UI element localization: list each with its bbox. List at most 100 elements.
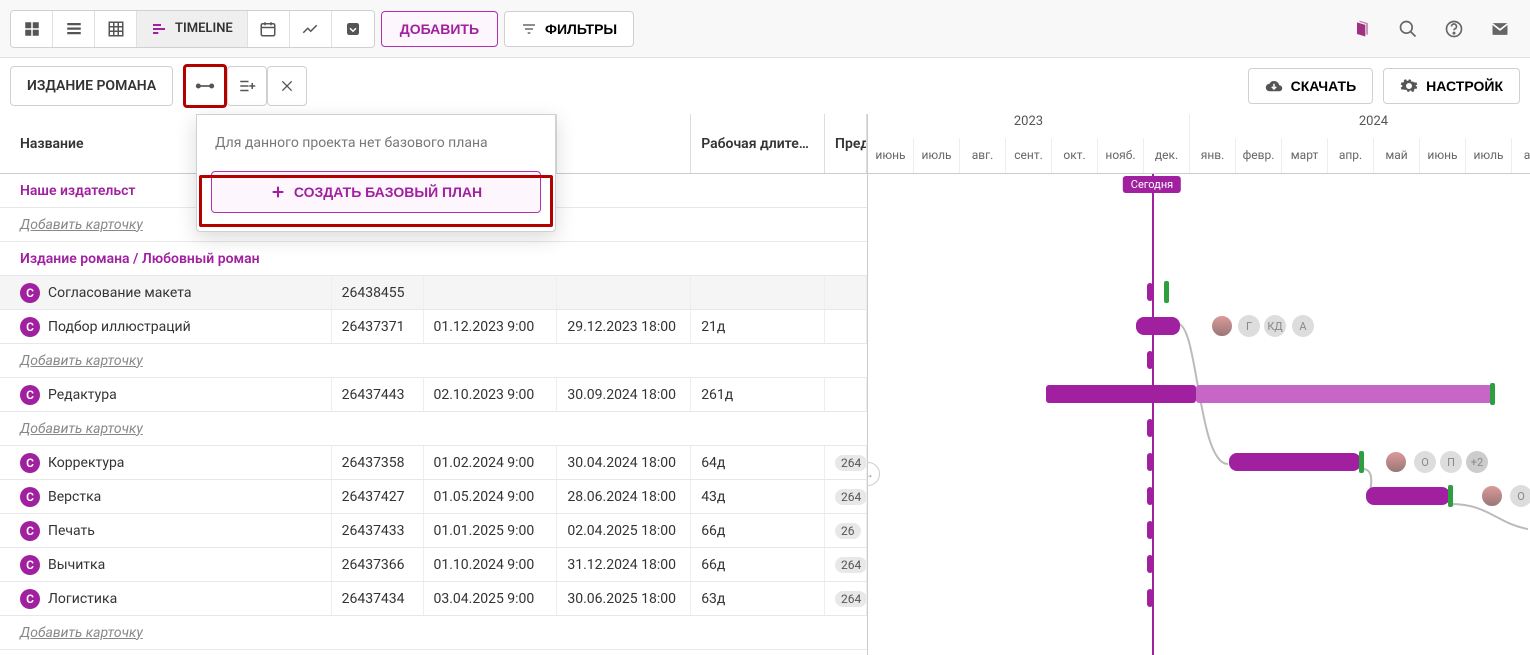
col-work-dur-dates[interactable] [557, 114, 691, 173]
assignee-chip[interactable]: Г [1238, 315, 1260, 337]
add-card-link[interactable]: Добавить карточку [0, 353, 143, 369]
task-pred: 264 [825, 446, 867, 479]
gantt-bar-end [1448, 485, 1453, 507]
card-badge: С [20, 385, 40, 405]
assignee-chip[interactable]: А [1292, 315, 1314, 337]
task-pred: 264 [825, 548, 867, 581]
baseline-menu-button[interactable] [183, 64, 227, 108]
gantt-bar-end [1359, 451, 1364, 473]
add-card-link[interactable]: Добавить карточку [0, 217, 143, 233]
task-name: Верстка [48, 489, 101, 505]
group-label: Наше издательст [0, 183, 135, 199]
view-archive-icon[interactable] [332, 11, 374, 47]
table-row[interactable]: СПечать 26437433 01.01.2025 9:00 02.04.2… [0, 514, 867, 548]
gantt-pane[interactable]: ↔ 2023 2024 июньиюльавг.сент.окт.нояб.де… [868, 114, 1530, 655]
month-label: июнь [868, 138, 914, 173]
search-icon[interactable] [1388, 11, 1428, 47]
month-label: июль [1466, 138, 1512, 173]
task-start: 03.04.2025 9:00 [424, 582, 558, 615]
task-duration: 261д [691, 378, 825, 411]
view-dashboard-icon[interactable] [11, 11, 53, 47]
add-card-row[interactable]: Добавить карточку [0, 412, 867, 446]
create-baseline-button[interactable]: СОЗДАТЬ БАЗОВЫЙ ПЛАН [211, 171, 541, 213]
gantt-bar[interactable] [1046, 385, 1196, 403]
download-button[interactable]: СКАЧАТЬ [1248, 68, 1374, 104]
table-row[interactable]: СПодбор иллюстраций 26437371 01.12.2023 … [0, 310, 867, 344]
close-button[interactable] [267, 66, 307, 106]
table-row[interactable]: СЛогистика 26437434 03.04.2025 9:00 30.0… [0, 582, 867, 616]
avatar-icon[interactable] [1480, 484, 1504, 508]
task-name: Подбор иллюстраций [48, 319, 191, 335]
add-card-link[interactable]: Добавить карточку [0, 625, 143, 641]
card-badge: С [20, 317, 40, 337]
col-predecessors[interactable]: Пред… [825, 114, 867, 173]
month-label: март [1282, 138, 1328, 173]
avatar-icon[interactable] [1210, 314, 1234, 338]
gantt-bar-progress[interactable] [1196, 385, 1492, 403]
help-icon[interactable] [1434, 11, 1474, 47]
month-label: авг. [960, 138, 1006, 173]
task-pred: 264 [825, 480, 867, 513]
cards-icon[interactable] [1342, 11, 1382, 47]
task-id: 26437366 [332, 548, 424, 581]
project-title-pill[interactable]: ИЗДАНИЕ РОМАНА [10, 66, 173, 106]
view-grid-icon[interactable] [95, 11, 137, 47]
settings-button[interactable]: НАСТРОЙК [1383, 68, 1520, 104]
table-body: Наше издательст Добавить карточку Издани… [0, 174, 867, 650]
gantt-bar[interactable] [1366, 487, 1450, 505]
filters-button[interactable]: ФИЛЬТРЫ [504, 11, 634, 47]
task-name: Логистика [48, 591, 117, 607]
task-duration: 64д [691, 446, 825, 479]
year-label: 2023 [868, 114, 1190, 138]
add-card-link[interactable]: Добавить карточку [0, 421, 143, 437]
task-pred [825, 310, 867, 343]
month-label: февр. [1236, 138, 1282, 173]
today-line [1152, 174, 1154, 655]
today-label: Сегодня [1123, 176, 1181, 193]
month-label: июль [914, 138, 960, 173]
assignee-more-chip[interactable]: +2 [1466, 451, 1488, 473]
add-card-row[interactable]: Добавить карточку [0, 616, 867, 650]
task-pred: 26 [825, 514, 867, 547]
year-label: 2024 [1190, 114, 1530, 138]
task-end: 31.12.2024 18:00 [557, 548, 691, 581]
task-duration: 63д [691, 582, 825, 615]
add-card-row[interactable]: Добавить карточку [0, 344, 867, 378]
assignee-chip[interactable]: П [1440, 451, 1462, 473]
task-id: 26438455 [332, 276, 424, 309]
task-duration: 43д [691, 480, 825, 513]
table-row[interactable]: СВерстка 26437427 01.05.2024 9:00 28.06.… [0, 480, 867, 514]
assignee-chip[interactable]: О [1414, 451, 1436, 473]
month-label: нояб. [1098, 138, 1144, 173]
task-end: 02.04.2025 18:00 [557, 514, 691, 547]
popover-text: Для данного проекта нет базового плана [211, 135, 541, 151]
gear-icon [1400, 77, 1418, 95]
table-row[interactable]: СВычитка 26437366 01.10.2024 9:00 31.12.… [0, 548, 867, 582]
group-row[interactable]: Издание романа / Любовный роман [0, 242, 867, 276]
card-badge: С [20, 487, 40, 507]
add-button[interactable]: ДОБАВИТЬ [381, 11, 498, 47]
task-id: 26437427 [332, 480, 424, 513]
table-row[interactable]: СКорректура 26437358 01.02.2024 9:00 30.… [0, 446, 867, 480]
view-list-icon[interactable] [53, 11, 95, 47]
task-name: Вычитка [48, 557, 105, 573]
table-row[interactable]: ССогласование макета 26438455 [0, 276, 867, 310]
gantt-body[interactable]: Сегодня Г КД А О П [868, 174, 1530, 655]
gantt-bar[interactable] [1136, 317, 1180, 335]
assignee-chip[interactable]: О [1510, 485, 1530, 507]
table-row[interactable]: СРедактура 26437443 02.10.2023 9:00 30.0… [0, 378, 867, 412]
month-label: май [1374, 138, 1420, 173]
task-duration: 66д [691, 514, 825, 547]
view-calendar-icon[interactable] [248, 11, 290, 47]
month-label: июнь [1420, 138, 1466, 173]
add-column-button[interactable] [227, 66, 267, 106]
assignee-chip[interactable]: КД [1264, 315, 1286, 337]
col-work-duration[interactable]: Рабочая длите… [691, 114, 825, 173]
view-chart-icon[interactable] [290, 11, 332, 47]
avatar-icon[interactable] [1384, 450, 1408, 474]
task-start: 01.02.2024 9:00 [424, 446, 558, 479]
gantt-bar[interactable] [1229, 453, 1361, 471]
task-end [557, 276, 691, 309]
mail-icon[interactable] [1480, 11, 1520, 47]
view-timeline-button[interactable]: TIMELINE [137, 11, 248, 47]
